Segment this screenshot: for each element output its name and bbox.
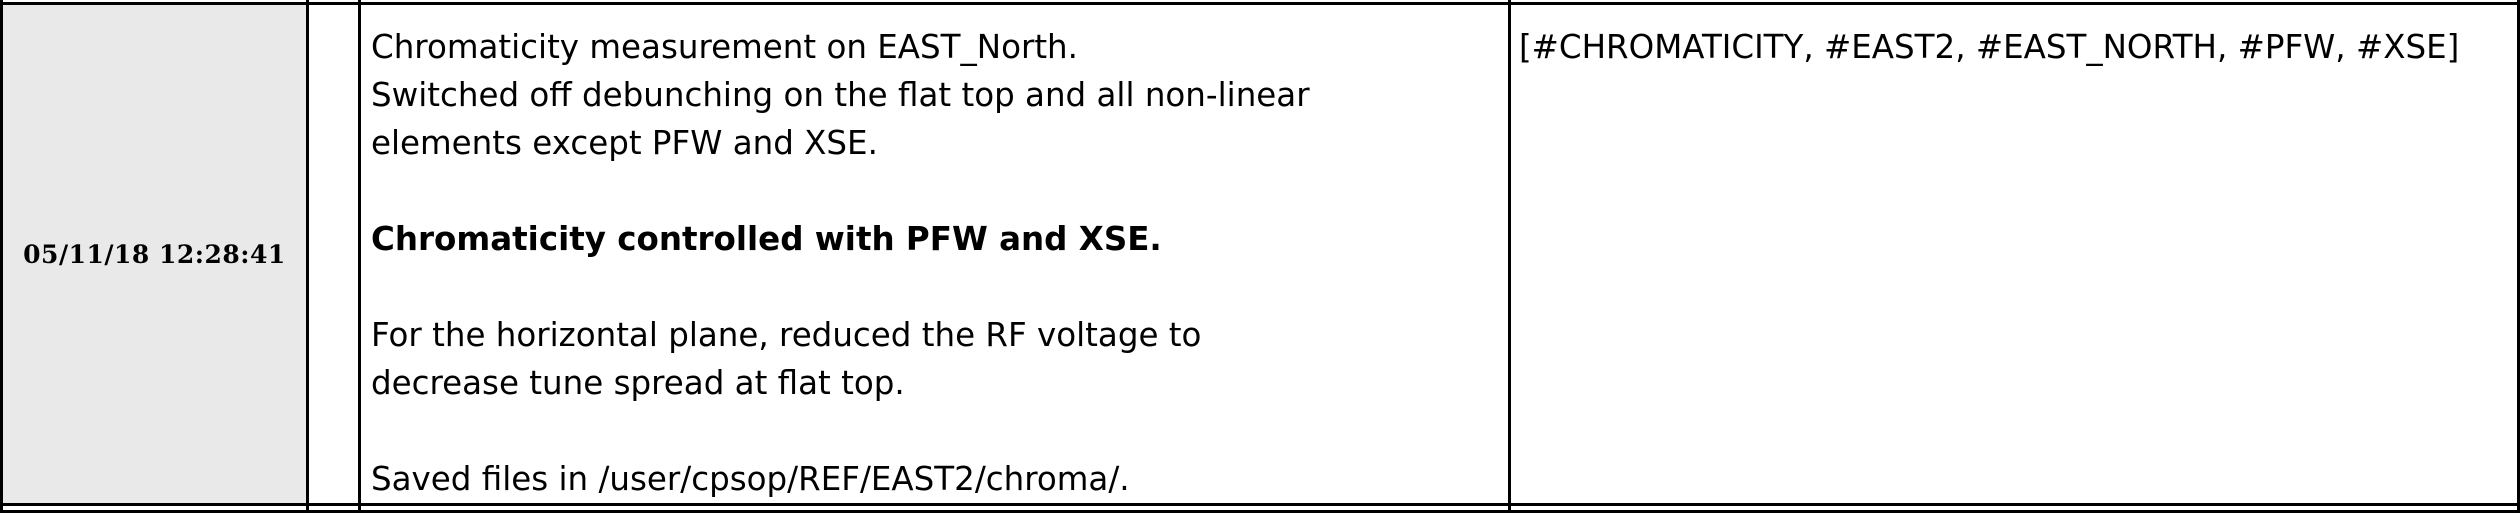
timestamp-cell: 05/11/18 12:28:41 bbox=[0, 2, 309, 506]
attachment-cell bbox=[306, 2, 361, 506]
entry-line: For the horizontal plane, reduced the RF… bbox=[371, 316, 1202, 354]
entry-timestamp: 05/11/18 12:28:41 bbox=[23, 239, 286, 269]
entry-paragraph: For the horizontal plane, reduced the RF… bbox=[371, 311, 1498, 407]
entry-paragraph: Chromaticity measurement on EAST_North. … bbox=[371, 23, 1498, 167]
next-row-stub bbox=[0, 503, 2520, 513]
entry-paragraph: Saved files in /user/cpsop/REF/EAST2/chr… bbox=[371, 455, 1498, 503]
entry-line: elements except PFW and XSE. bbox=[371, 124, 878, 162]
log-entry-row: 05/11/18 12:28:41 Chromaticity measureme… bbox=[0, 2, 2520, 506]
entry-heading: Chromaticity controlled with PFW and XSE… bbox=[371, 220, 1162, 258]
entry-text-cell: Chromaticity measurement on EAST_North. … bbox=[358, 2, 1511, 506]
entry-line: decrease tune spread at flat top. bbox=[371, 364, 905, 402]
entry-line: Saved files in /user/cpsop/REF/EAST2/chr… bbox=[371, 460, 1130, 498]
entry-line: Chromaticity measurement on EAST_North. bbox=[371, 28, 1078, 66]
entry-text: Chromaticity measurement on EAST_North. … bbox=[361, 5, 1508, 503]
logbook-table: 05/11/18 12:28:41 Chromaticity measureme… bbox=[0, 0, 2520, 513]
entry-tags: [#CHROMATICITY, #EAST2, #EAST_NORTH, #PF… bbox=[1519, 28, 2460, 66]
entry-line: Switched off debunching on the flat top … bbox=[371, 76, 1310, 114]
tags-cell: [#CHROMATICITY, #EAST2, #EAST_NORTH, #PF… bbox=[1508, 2, 2520, 506]
